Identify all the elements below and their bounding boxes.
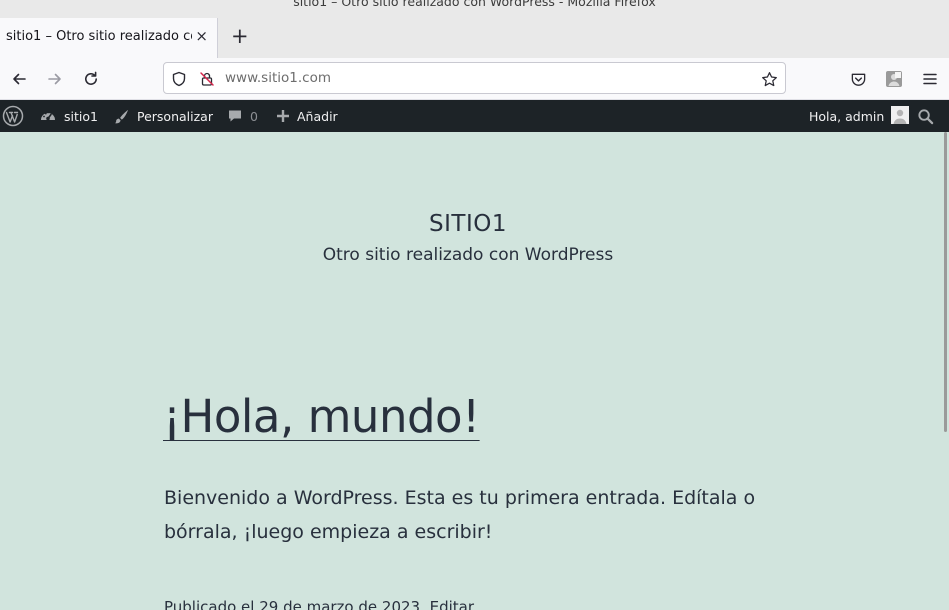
- tab-close-icon[interactable]: ×: [195, 27, 208, 45]
- comment-icon: [227, 108, 243, 124]
- adminbar-site-link[interactable]: sitio1: [39, 100, 98, 132]
- window-titlebar: sitio1 – Otro sitio realizado con WordPr…: [0, 0, 949, 18]
- reload-icon[interactable]: [80, 68, 102, 90]
- adminbar-comments-count: 0: [250, 108, 258, 124]
- adminbar-add-new[interactable]: Añadir: [276, 100, 338, 132]
- back-arrow-icon[interactable]: [8, 68, 30, 90]
- wordpress-logo-icon[interactable]: [2, 100, 24, 132]
- adminbar-site-name: sitio1: [64, 108, 98, 124]
- account-icon[interactable]: [883, 68, 905, 90]
- adminbar-add-new-label: Añadir: [297, 108, 338, 124]
- post-meta: Publicado el 29 de marzo de 2023. Editar: [164, 598, 474, 610]
- tab-title: sitio1 – Otro sitio realizado con WordPr…: [6, 29, 192, 44]
- adminbar-comments[interactable]: 0: [227, 100, 258, 132]
- adminbar-customize-label: Personalizar: [137, 108, 213, 124]
- wp-admin-bar: sitio1 Personalizar 0 Añadir Hola, admin: [0, 100, 949, 132]
- forward-arrow-icon[interactable]: [44, 68, 66, 90]
- url-text[interactable]: www.sitio1.com: [225, 70, 331, 86]
- adminbar-my-account[interactable]: Hola, admin: [809, 100, 910, 132]
- avatar: [891, 105, 910, 127]
- post-date: Publicado el 29 de marzo de 2023: [164, 598, 421, 610]
- post-title[interactable]: ¡Hola, mundo!: [163, 390, 480, 443]
- menu-icon[interactable]: [919, 68, 941, 90]
- page-scrollbar[interactable]: [943, 132, 949, 610]
- post-edit-link[interactable]: Editar: [430, 598, 474, 610]
- new-tab-button[interactable]: +: [231, 24, 249, 48]
- shield-icon[interactable]: [170, 70, 188, 88]
- post-body: Bienvenido a WordPress. Esta es tu prime…: [164, 487, 756, 543]
- adminbar-customize[interactable]: Personalizar: [113, 100, 213, 132]
- plus-icon: [276, 109, 290, 123]
- nav-toolbar: www.sitio1.com: [0, 58, 949, 100]
- page-content: SITIO1 Otro sitio realizado con WordPres…: [0, 132, 943, 610]
- site-title[interactable]: SITIO1: [0, 211, 936, 237]
- scrollbar-thumb[interactable]: [944, 132, 947, 432]
- dashboard-icon: [39, 107, 57, 125]
- pocket-icon[interactable]: [847, 68, 869, 90]
- tab-strip: sitio1 – Otro sitio realizado con WordPr…: [0, 18, 949, 58]
- url-bar[interactable]: www.sitio1.com: [163, 62, 786, 94]
- site-description: Otro sitio realizado con WordPress: [322, 245, 614, 265]
- tab-active[interactable]: sitio1 – Otro sitio realizado con WordPr…: [0, 18, 218, 58]
- insecure-lock-icon[interactable]: [198, 70, 216, 88]
- star-icon[interactable]: [759, 69, 779, 89]
- brush-icon: [113, 108, 130, 125]
- window-title: sitio1 – Otro sitio realizado con WordPr…: [293, 0, 656, 9]
- search-icon[interactable]: [917, 100, 934, 132]
- adminbar-greeting: Hola, admin: [809, 108, 885, 124]
- post-meta-separator: .: [420, 598, 430, 610]
